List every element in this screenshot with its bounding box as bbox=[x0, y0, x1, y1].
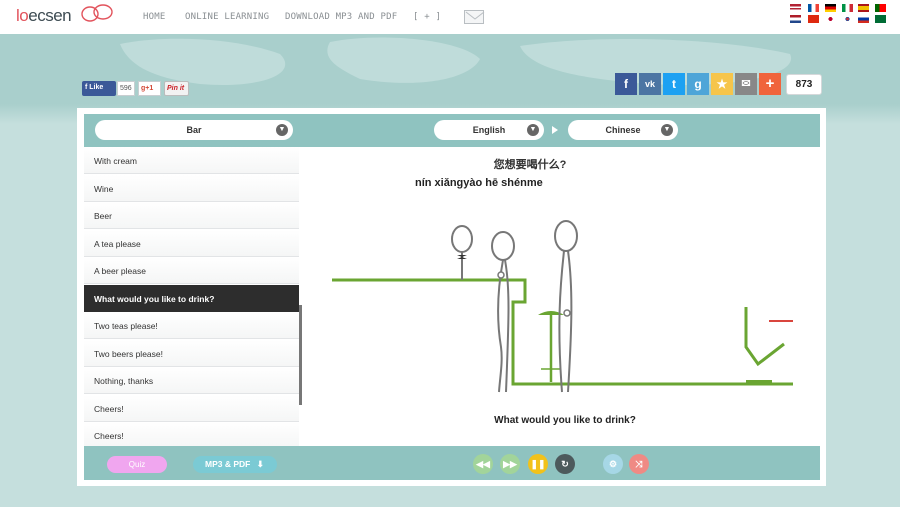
vk-share-icon[interactable]: vk bbox=[639, 73, 661, 95]
mail-icon[interactable] bbox=[464, 10, 485, 24]
list-item[interactable]: Cheers! bbox=[84, 422, 299, 446]
facebook-like-button[interactable]: f Like bbox=[82, 81, 116, 96]
list-item[interactable]: With cream bbox=[84, 147, 299, 174]
email-share-icon[interactable]: ✉ bbox=[735, 73, 757, 95]
speech-bubbles-icon bbox=[81, 4, 113, 22]
like-label: Like bbox=[89, 84, 104, 91]
repeat-icon[interactable]: ↻ bbox=[555, 454, 575, 474]
rewind-icon[interactable]: ◀◀ bbox=[473, 454, 493, 474]
flag-en-icon[interactable] bbox=[790, 4, 801, 12]
twitter-share-icon[interactable]: t bbox=[663, 73, 685, 95]
chevron-down-icon: ▼ bbox=[527, 124, 539, 136]
nav-home[interactable]: HOME bbox=[143, 12, 165, 22]
chevron-down-icon: ▼ bbox=[276, 124, 288, 136]
flag-fr-icon[interactable] bbox=[808, 4, 819, 12]
topic-value: Bar bbox=[186, 125, 202, 135]
language-arrow-icon bbox=[552, 126, 558, 134]
flag-kr-icon[interactable] bbox=[842, 15, 853, 23]
flag-jp-icon[interactable] bbox=[825, 15, 836, 23]
gplus-label: +1 bbox=[145, 85, 154, 92]
source-language-select[interactable]: English ▼ bbox=[434, 120, 544, 140]
pinit-button[interactable]: Pin it bbox=[164, 81, 189, 96]
mp3-pdf-button[interactable]: MP3 & PDF ⬇ bbox=[193, 456, 277, 473]
list-item-active[interactable]: What would you like to drink? bbox=[84, 285, 299, 312]
pause-icon[interactable]: ❚❚ bbox=[528, 454, 548, 474]
list-item[interactable]: Two teas please! bbox=[84, 312, 299, 339]
flag-ar-icon[interactable] bbox=[875, 15, 886, 23]
nav-more[interactable]: [ + ] bbox=[413, 12, 441, 22]
list-item[interactable]: A tea please bbox=[84, 230, 299, 257]
mp3-pdf-label: MP3 & PDF bbox=[205, 459, 251, 469]
fast-forward-icon[interactable]: ▶▶ bbox=[500, 454, 520, 474]
bar-scene-illustration bbox=[332, 220, 793, 393]
flag-nl-icon[interactable] bbox=[790, 15, 801, 23]
list-item[interactable]: Two beers please! bbox=[84, 340, 299, 367]
logo[interactable]: loecsen bbox=[16, 6, 72, 26]
list-item[interactable]: Beer bbox=[84, 202, 299, 229]
chevron-down-icon: ▼ bbox=[661, 124, 673, 136]
download-arrow-icon: ⬇ bbox=[256, 459, 264, 469]
topic-select[interactable]: Bar ▼ bbox=[95, 120, 293, 140]
flag-ru-icon[interactable] bbox=[858, 15, 869, 23]
google-share-icon[interactable]: g bbox=[687, 73, 709, 95]
facebook-share-icon[interactable]: f bbox=[615, 73, 637, 95]
shuffle-icon[interactable]: ⤨ bbox=[629, 454, 649, 474]
like-count: 596 bbox=[117, 81, 135, 96]
settings-sliders-icon[interactable]: ⚙ bbox=[603, 454, 623, 474]
flag-de-icon[interactable] bbox=[825, 4, 836, 12]
list-item[interactable]: Wine bbox=[84, 175, 299, 202]
list-item[interactable]: Nothing, thanks bbox=[84, 367, 299, 394]
phrase-list: With cream Wine Beer A tea please A beer… bbox=[84, 147, 299, 446]
share-count: 873 bbox=[786, 74, 822, 95]
nav-online-learning[interactable]: ONLINE LEARNING bbox=[185, 12, 269, 22]
quiz-button[interactable]: Quiz bbox=[107, 456, 167, 473]
source-language-value: English bbox=[472, 125, 506, 135]
target-language-select[interactable]: Chinese ▼ bbox=[568, 120, 678, 140]
flag-cn-icon[interactable] bbox=[808, 15, 819, 23]
list-item[interactable]: Cheers! bbox=[84, 395, 299, 422]
target-language-value: Chinese bbox=[605, 125, 641, 135]
more-share-icon[interactable]: + bbox=[759, 73, 781, 95]
top-navigation-bar: loecsen HOME ONLINE LEARNING DOWNLOAD MP… bbox=[0, 0, 900, 34]
flag-pt-icon[interactable] bbox=[875, 4, 886, 12]
logo-text: ecsen bbox=[28, 6, 72, 25]
gplus-button[interactable]: g+1 bbox=[138, 81, 161, 96]
flag-es-icon[interactable] bbox=[858, 4, 869, 12]
logo-prefix: lo bbox=[16, 6, 29, 25]
nav-download[interactable]: DOWNLOAD MP3 AND PDF bbox=[285, 12, 397, 22]
favorite-star-icon[interactable]: ★ bbox=[711, 73, 733, 95]
list-item[interactable]: A beer please bbox=[84, 257, 299, 284]
phrase-english: What would you like to drink? bbox=[494, 415, 636, 426]
flag-it-icon[interactable] bbox=[842, 4, 853, 12]
